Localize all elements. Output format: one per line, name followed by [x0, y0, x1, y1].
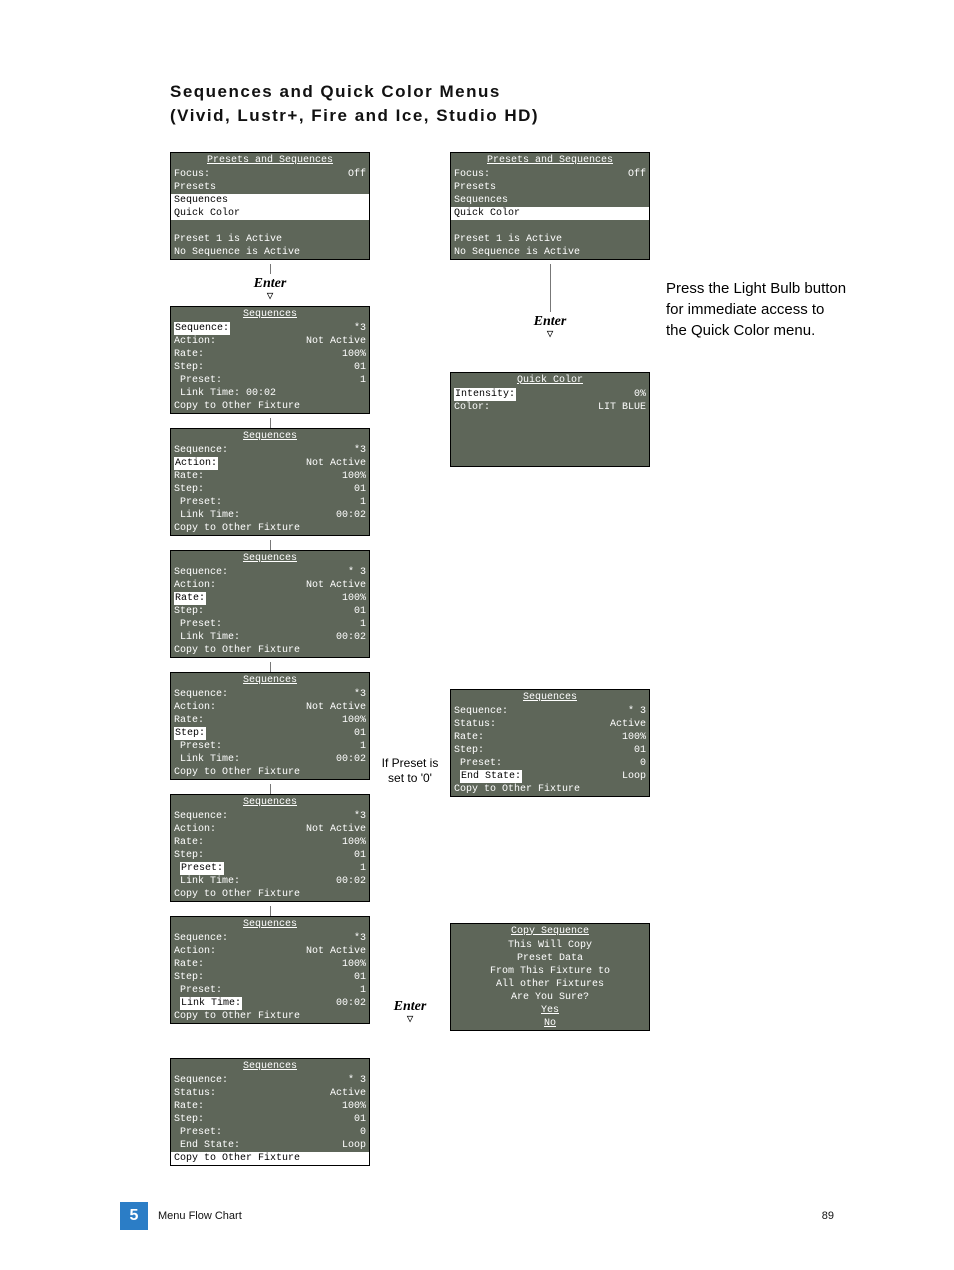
side-help-text: Press the Light Bulb button for immediat… — [666, 278, 870, 341]
panel-seq-f: Sequences Sequence:*3 Action:Not Active … — [170, 916, 370, 1024]
section-tab: 5 — [120, 1202, 148, 1230]
row-step[interactable]: Step:01 — [171, 727, 369, 740]
panel-seq-e: Sequences Sequence:*3 Action:Not Active … — [170, 794, 370, 902]
panel-seq-a: Sequences Sequence:*3 Action:Not Active … — [170, 306, 370, 414]
panel-presets-sequences-qc: Presets and Sequences Focus:Off Presets … — [450, 152, 650, 260]
title-line-1: Sequences and Quick Color Menus — [170, 80, 814, 104]
row-action[interactable]: Action:Not Active — [171, 457, 369, 470]
row-rate[interactable]: Rate:100% — [171, 592, 369, 605]
panel-seq-g: Sequences Sequence:* 3 Status:Active Rat… — [170, 1058, 370, 1166]
column-right: Presets and Sequences Focus:Off Presets … — [450, 152, 650, 1170]
section-label: Menu Flow Chart — [158, 1210, 242, 1222]
page-number: 89 — [822, 1210, 834, 1222]
panel-seq-h: Sequences Sequence:* 3 Status:Active Rat… — [450, 689, 650, 797]
title-line-2: (Vivid, Lustr+, Fire and Ice, Studio HD) — [170, 104, 814, 128]
row-sequence[interactable]: Sequence:*3 — [171, 322, 369, 335]
column-side: Press the Light Bulb button for immediat… — [660, 152, 870, 1170]
panel-seq-c: Sequences Sequence:* 3 Action:Not Active… — [170, 550, 370, 658]
down-arrow-icon: ▽ — [450, 330, 650, 340]
confirm-no[interactable]: No — [451, 1017, 649, 1030]
preset-zero-note: If Preset is set to '0' — [380, 756, 440, 787]
panel-seq-d: Sequences Sequence:*3 Action:Not Active … — [170, 672, 370, 780]
panel-presets-sequences: Presets and Sequences Focus:Off Presets … — [170, 152, 370, 260]
panel-seq-b: Sequences Sequence:*3 Action:Not Active … — [170, 428, 370, 536]
row-quick-color[interactable]: Quick Color — [171, 207, 369, 220]
row-link-time[interactable]: Link Time:00:02 — [171, 997, 369, 1010]
row-quick-color[interactable]: Quick Color — [451, 207, 649, 220]
down-arrow-icon: ▽ — [170, 292, 370, 302]
row-end-state[interactable]: End State:Loop — [451, 770, 649, 783]
panel-title: Presets and Sequences — [171, 153, 369, 168]
page-title: Sequences and Quick Color Menus (Vivid, … — [170, 80, 814, 128]
confirm-yes[interactable]: Yes — [451, 1004, 649, 1017]
row-sequences[interactable]: Sequences — [171, 194, 369, 207]
row-intensity[interactable]: Intensity:0% — [451, 388, 649, 401]
row-copy-to[interactable]: Copy to Other Fixture — [171, 1152, 369, 1165]
column-mid: If Preset is set to '0' Enter ▽ — [380, 152, 440, 1170]
enter-label: Enter — [170, 276, 370, 292]
column-left: Presets and Sequences Focus:Off Presets … — [170, 152, 370, 1170]
row-preset[interactable]: Preset:1 — [171, 862, 369, 875]
panel-copy-sequence: Copy Sequence This Will Copy Preset Data… — [450, 923, 650, 1031]
panel-quick-color: Quick Color Intensity:0% Color:LIT BLUE — [450, 372, 650, 467]
page-footer: 5 Menu Flow Chart 89 — [120, 1202, 834, 1230]
down-arrow-icon: ▽ — [380, 1015, 440, 1025]
